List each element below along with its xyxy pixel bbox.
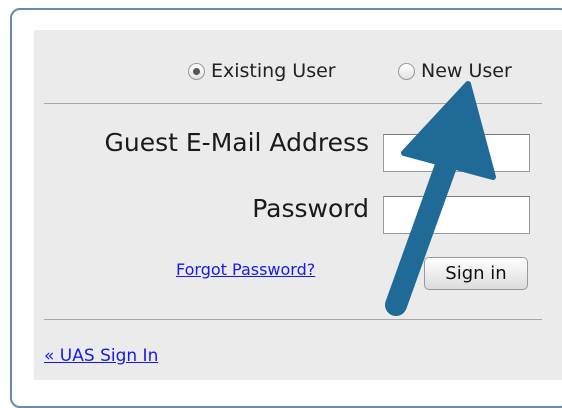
existing-user-radio[interactable] [188, 62, 205, 80]
password-field[interactable] [383, 196, 530, 234]
email-label: Guest E-Mail Address [104, 128, 369, 157]
bottom-divider [44, 319, 542, 320]
password-label: Password [252, 194, 369, 223]
sign-in-button[interactable]: Sign in [424, 257, 528, 290]
forgot-password-link[interactable]: Forgot Password? [176, 260, 315, 279]
radio-selected-dot-icon [193, 67, 200, 75]
new-user-radio[interactable] [398, 62, 415, 80]
new-user-option[interactable]: New User [398, 58, 512, 84]
top-divider [44, 103, 542, 104]
new-user-label: New User [421, 60, 512, 82]
existing-user-label: Existing User [211, 60, 336, 82]
uas-sign-in-link[interactable]: « UAS Sign In [44, 346, 158, 366]
existing-user-option[interactable]: Existing User [188, 58, 336, 84]
email-field[interactable] [383, 134, 530, 172]
